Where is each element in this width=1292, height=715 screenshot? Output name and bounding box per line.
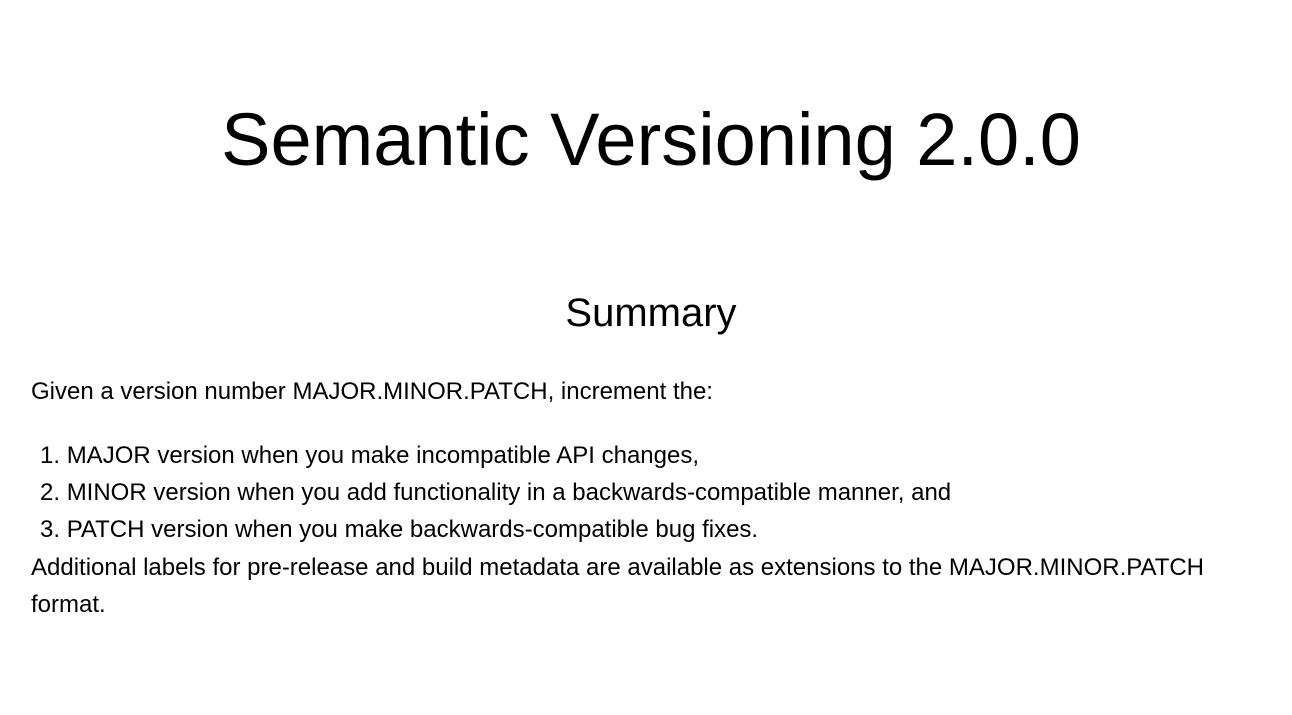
list-marker: 1. bbox=[40, 442, 61, 469]
page: Semantic Versioning 2.0.0 Summary Given … bbox=[0, 0, 1292, 715]
list-item: 1. MAJOR version when you make incompati… bbox=[40, 437, 951, 474]
section-heading-summary: Summary bbox=[565, 291, 737, 335]
page-title: Semantic Versioning 2.0.0 bbox=[221, 98, 1081, 181]
list-item-text: PATCH version when you make backwards-co… bbox=[66, 516, 759, 543]
version-rules-list: 1. MAJOR version when you make incompati… bbox=[40, 437, 951, 548]
list-item: 2. MINOR version when you add functional… bbox=[40, 474, 951, 511]
list-marker: 3. bbox=[40, 516, 61, 543]
summary-closing: Additional labels for pre-release and bu… bbox=[31, 554, 1205, 618]
list-item-text: MAJOR version when you make incompatible… bbox=[66, 442, 699, 469]
list-item: 3. PATCH version when you make backwards… bbox=[40, 511, 951, 548]
list-item-text: MINOR version when you add functionality… bbox=[66, 479, 952, 506]
list-marker: 2. bbox=[40, 479, 61, 506]
summary-intro: Given a version number MAJOR.MINOR.PATCH… bbox=[31, 378, 713, 405]
